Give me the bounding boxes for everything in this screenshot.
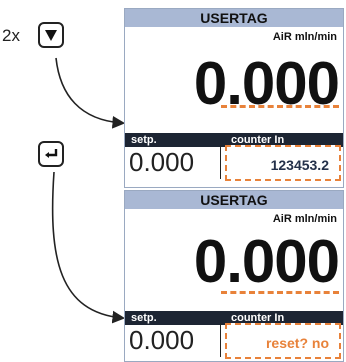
counter-box: 123453.2 bbox=[225, 145, 341, 181]
counter-value: 123453.2 bbox=[270, 157, 329, 173]
panel-title: USERTAG bbox=[125, 191, 343, 209]
down-triangle-icon bbox=[45, 30, 57, 41]
counter-box: reset? no bbox=[225, 323, 341, 359]
unit-label: AiR mln/min bbox=[272, 31, 337, 43]
enter-key-button[interactable] bbox=[38, 141, 64, 167]
arrow-to-panel1 bbox=[55, 57, 126, 129]
setp-divider bbox=[220, 145, 221, 179]
setp-label: setp. bbox=[131, 134, 157, 146]
unit-label: AiR mln/min bbox=[272, 213, 337, 225]
enter-icon bbox=[45, 149, 58, 158]
highlight-dash bbox=[221, 105, 339, 108]
display-panel-1: USERTAG AiR mln/min 0.000 setp. counter … bbox=[124, 8, 344, 188]
setp-value: 0.000 bbox=[129, 325, 195, 355]
counter-reset-prompt: reset? no bbox=[265, 335, 329, 351]
setp-label: setp. bbox=[131, 312, 157, 324]
display-panel-2: USERTAG AiR mln/min 0.000 setp. counter … bbox=[124, 190, 344, 362]
arrow-to-panel2 bbox=[51, 171, 126, 324]
setp-value: 0.000 bbox=[129, 147, 195, 177]
press-count-label: 2x bbox=[2, 26, 20, 45]
setp-divider bbox=[220, 323, 221, 357]
panel-title: USERTAG bbox=[125, 9, 343, 27]
main-value: 0.000 bbox=[193, 228, 340, 295]
highlight-dash bbox=[221, 291, 339, 294]
down-key-button[interactable] bbox=[38, 22, 64, 48]
